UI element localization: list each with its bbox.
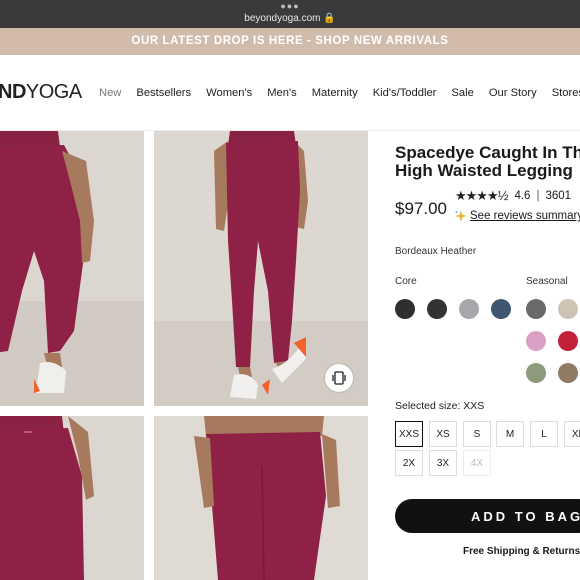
product-title: Spacedye Caught In Th High Waisted Leggi…: [395, 144, 580, 180]
url-bar[interactable]: beyondyoga.com 🔒: [0, 12, 580, 25]
size-option-xs[interactable]: XS: [429, 421, 457, 447]
review-count: 3601: [545, 190, 572, 202]
size-option-xl[interactable]: XL: [564, 421, 580, 447]
add-to-bag-button[interactable]: ADD TO BAG: [395, 499, 580, 533]
core-color-swatch[interactable]: [395, 299, 415, 319]
seasonal-color-swatch[interactable]: [526, 363, 546, 383]
browser-bar: ●●● beyondyoga.com 🔒: [0, 0, 580, 28]
rating-summary[interactable]: ★★★★½ 4.6 | 3601: [455, 188, 571, 204]
nav-item-kids-toddler[interactable]: Kid's/Toddler: [373, 87, 437, 99]
promo-banner[interactable]: OUR LATEST DROP IS HERE - SHOP NEW ARRIV…: [0, 28, 580, 55]
page: ●●● beyondyoga.com 🔒 OUR LATEST DROP IS …: [0, 0, 580, 580]
product-title-line-2: High Waisted Legging: [395, 161, 573, 180]
seasonal-color-swatch[interactable]: [558, 299, 578, 319]
size-option-4x: 4X: [463, 450, 491, 476]
product-title-line-1: Spacedye Caught In Th: [395, 143, 580, 162]
core-colors-label: Core: [395, 276, 417, 287]
main-nav: New Bestsellers Women's Men's Maternity …: [99, 87, 580, 99]
site-header: NDYOGA New Bestsellers Women's Men's Mat…: [0, 55, 580, 131]
site-logo[interactable]: NDYOGA: [0, 81, 82, 104]
nav-item-maternity[interactable]: Maternity: [312, 87, 358, 99]
product-image-3[interactable]: [0, 416, 144, 580]
url-text: beyondyoga.com: [244, 13, 321, 24]
product-image-1[interactable]: [0, 131, 144, 406]
size-option-m[interactable]: M: [496, 421, 524, 447]
rating-stars-icon: ★★★★½: [455, 188, 508, 203]
browser-menu-dots[interactable]: ●●●: [0, 1, 580, 11]
product-price: $97.00: [395, 199, 447, 218]
core-color-swatch[interactable]: [427, 299, 447, 319]
seasonal-color-swatch[interactable]: [558, 363, 578, 383]
reviews-summary-link[interactable]: See reviews summary: [455, 210, 580, 222]
rating-divider: |: [536, 190, 540, 202]
nav-item-stores[interactable]: Stores: [552, 87, 580, 99]
logo-part-bold: ND: [0, 81, 26, 103]
nav-item-new[interactable]: New: [99, 87, 121, 99]
product-image-4[interactable]: [154, 416, 368, 580]
view-3d-button[interactable]: [325, 364, 353, 392]
seasonal-colors-label: Seasonal: [526, 276, 568, 287]
core-color-swatch[interactable]: [491, 299, 511, 319]
seasonal-color-swatch[interactable]: [526, 299, 546, 319]
size-option-xxs[interactable]: XXS: [395, 421, 423, 447]
size-option-2x[interactable]: 2X: [395, 450, 423, 476]
selected-size-label: Selected size: XXS: [395, 400, 485, 412]
lock-icon: 🔒: [323, 13, 336, 24]
seasonal-color-swatch[interactable]: [526, 331, 546, 351]
seasonal-color-swatch[interactable]: [558, 331, 578, 351]
rating-value: 4.6: [514, 190, 531, 202]
selected-color-name: Bordeaux Heather: [395, 246, 477, 257]
reviews-summary-text: See reviews summary: [470, 210, 580, 222]
view-3d-icon: [332, 371, 346, 385]
nav-item-womens[interactable]: Women's: [206, 87, 252, 99]
core-color-swatch[interactable]: [459, 299, 479, 319]
size-option-s[interactable]: S: [463, 421, 491, 447]
nav-item-our-story[interactable]: Our Story: [489, 87, 537, 99]
sparkle-icon: [455, 210, 467, 222]
nav-item-sale[interactable]: Sale: [451, 87, 473, 99]
size-option-l[interactable]: L: [530, 421, 558, 447]
shipping-note: Free Shipping & Returns: [463, 546, 580, 557]
nav-item-mens[interactable]: Men's: [267, 87, 297, 99]
size-option-3x[interactable]: 3X: [429, 450, 457, 476]
nav-item-bestsellers[interactable]: Bestsellers: [136, 87, 191, 99]
logo-part-light: YOGA: [25, 81, 82, 103]
